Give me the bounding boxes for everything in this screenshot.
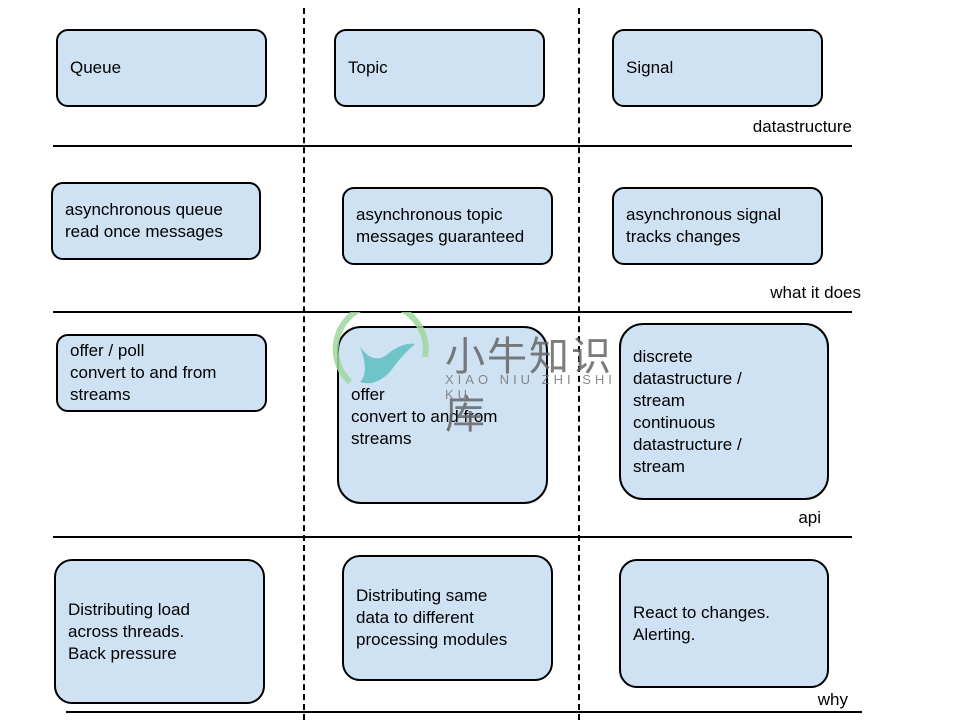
box-what-it-does-queue: asynchronous queue read once messages [51,182,261,260]
box-api-signal: discrete datastructure / stream continuous d… [619,323,829,500]
box-text-line: stream [633,456,685,476]
box-what-it-does-signal: asynchronous signal tracks changes [612,187,823,265]
box-text-line: read once messages [65,222,223,241]
box-why-signal: React to changes. Alerting. [619,559,829,688]
row-divider-4 [66,711,862,713]
box-text-line: Signal [626,58,674,77]
row-label-api: api [798,508,821,527]
box-text-line: convert to and from [351,407,498,426]
box-what-it-does-topic: asynchronous topic messages guaranteed [342,187,553,265]
row-label-why: why [817,690,848,709]
box-text-line: Distributing load [68,599,190,619]
box-text-line: messages guaranteed [356,227,525,246]
box-datastructure-signal: Signal [612,29,823,107]
column-divider-2 [578,8,580,720]
box-text-line: Distributing same [356,586,488,605]
box-text-line: across threads. [68,621,185,641]
box-text-line: convert to and from [70,363,217,382]
box-text-line: datastructure / [633,434,742,454]
box-text-line: data to different [356,608,474,627]
box-api-queue: offer / poll convert to and from streams [56,334,267,412]
box-text-line: React to changes. [633,602,771,622]
box-why-topic: Distributing same data to different proces… [342,555,553,681]
box-text-line: streams [351,429,412,448]
box-text-line: Topic [348,58,388,77]
box-text-line: asynchronous queue [65,200,223,219]
box-datastructure-topic: Topic [334,29,545,107]
box-datastructure-queue: Queue [56,29,267,107]
row-divider-3 [53,536,852,538]
box-text-line: asynchronous signal [626,205,781,224]
box-text-line: asynchronous topic [356,205,503,224]
box-text-line: streams [70,385,131,404]
box-text-line: Queue [70,58,122,77]
box-text-line: Alerting. [633,624,696,644]
row-label-datastructure: datastructure [752,117,852,136]
column-divider-1 [303,8,305,720]
box-text-line: processing modules [356,630,508,649]
row-divider-1 [53,145,852,147]
box-text-line: tracks changes [626,227,741,246]
box-api-topic: offer convert to and from streams [337,326,548,504]
box-text-line: stream [633,390,685,410]
box-text-line: datastructure / [633,368,742,388]
box-text-line: offer [351,385,385,404]
row-divider-2 [53,311,852,313]
box-text-line: continuous [633,412,716,432]
box-why-queue: Distributing load across threads. Back pre… [54,559,265,704]
box-text-line: offer / poll [70,341,145,360]
box-text-line: discrete [633,346,693,366]
row-label-what-it-does: what it does [770,283,861,302]
box-text-line: Back pressure [68,643,177,663]
